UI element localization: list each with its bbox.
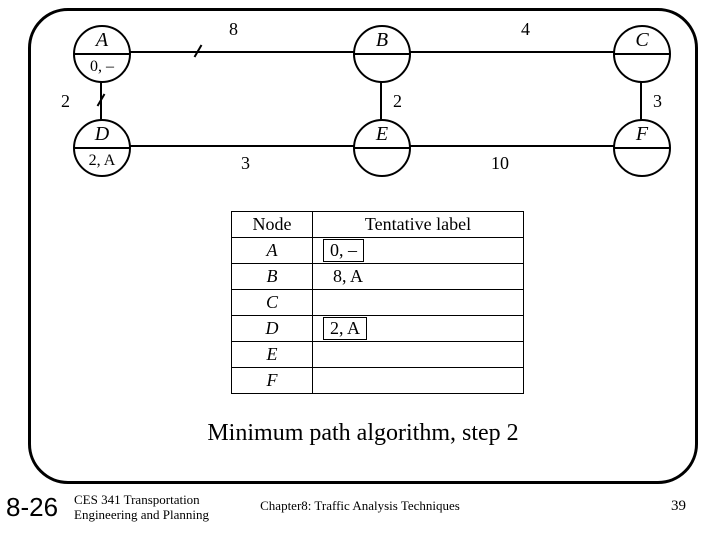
cell-label [313, 368, 524, 394]
node-A: A 0, – [73, 25, 131, 83]
cell-label [313, 290, 524, 316]
node-B-letter: B [355, 27, 409, 53]
weight-BC: 4 [521, 19, 530, 40]
weight-AD: 2 [61, 91, 70, 112]
weight-AB: 8 [229, 19, 238, 40]
th-node: Node [232, 212, 313, 238]
cell-node: E [232, 342, 313, 368]
chapter-title: Chapter8: Traffic Analysis Techniques [0, 498, 720, 514]
footer: 8-26 CES 341 Transportation Engineering … [0, 488, 720, 532]
node-E-letter: E [355, 121, 409, 147]
weight-DE: 3 [241, 153, 250, 174]
cell-node: A [232, 238, 313, 264]
node-C-letter: C [615, 27, 669, 53]
node-E-label [355, 149, 409, 173]
slide-frame: 8 4 3 10 2 2 3 A 0, – B C [28, 8, 698, 484]
node-C: C [613, 25, 671, 83]
weight-BE: 2 [393, 91, 402, 112]
node-A-label: 0, – [75, 55, 129, 79]
cell-label [313, 342, 524, 368]
node-F-letter: F [615, 121, 669, 147]
node-C-label [615, 55, 669, 79]
table-row: B 8, A [232, 264, 524, 290]
cell-label: 2, A [313, 316, 524, 342]
tentative-label-table: Node Tentative label A 0, – B 8, A C D 2… [231, 211, 524, 394]
node-A-letter: A [75, 27, 129, 53]
weight-CF: 3 [653, 91, 662, 112]
node-D-label: 2, A [75, 149, 129, 173]
page-number: 39 [671, 498, 686, 515]
node-D-letter: D [75, 121, 129, 147]
table-row: E [232, 342, 524, 368]
weight-EF: 10 [491, 153, 509, 174]
cell-label: 8, A [313, 264, 524, 290]
cell-node: F [232, 368, 313, 394]
edge-AB [101, 51, 361, 53]
caption: Minimum path algorithm, step 2 [31, 420, 695, 447]
node-F: F [613, 119, 671, 177]
node-D: D 2, A [73, 119, 131, 177]
edge-BC [381, 51, 641, 53]
network-graph: 8 4 3 10 2 2 3 A 0, – B C [61, 25, 681, 185]
table-row: D 2, A [232, 316, 524, 342]
cell-node: C [232, 290, 313, 316]
cell-node: B [232, 264, 313, 290]
table-row: C [232, 290, 524, 316]
edge-DE [101, 145, 361, 147]
cell-node: D [232, 316, 313, 342]
node-E: E [353, 119, 411, 177]
table-row: F [232, 368, 524, 394]
node-B: B [353, 25, 411, 83]
node-F-label [615, 149, 669, 173]
table-row: A 0, – [232, 238, 524, 264]
cell-label: 0, – [313, 238, 524, 264]
th-label: Tentative label [313, 212, 524, 238]
node-B-label [355, 55, 409, 79]
edge-EF [381, 145, 641, 147]
